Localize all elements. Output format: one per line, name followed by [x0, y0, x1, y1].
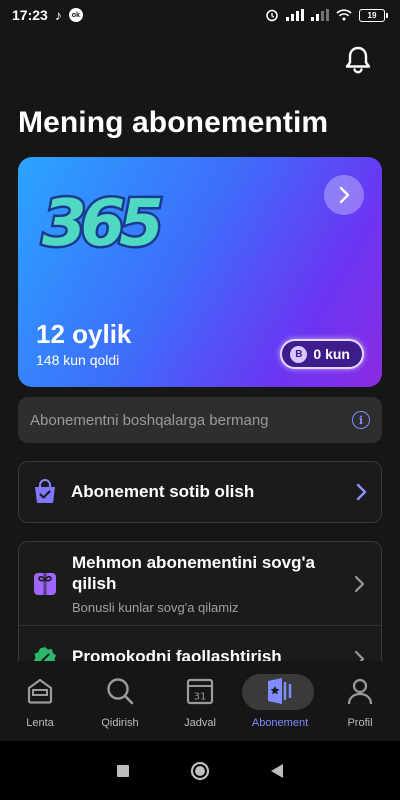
options-list: Mehmon abonementini sovg'a qilish Bonusl… — [18, 541, 382, 661]
bonus-icon: B — [290, 345, 308, 363]
gift-subscription-subtitle: Bonusli kunlar sovg'a qilamiz — [72, 600, 239, 615]
system-navigation-bar — [0, 741, 400, 800]
notice-text: Abonementni boshqalarga bermang — [30, 411, 269, 429]
nav-label-profil: Profil — [347, 717, 373, 729]
chevron-right-icon — [354, 575, 365, 593]
nav-item-profil[interactable]: Profil — [320, 661, 400, 741]
battery-level: 19 — [359, 8, 385, 22]
buy-subscription-button[interactable]: Abonement sotib olish — [18, 461, 382, 523]
nav-item-qidirish[interactable]: Qidirish — [80, 661, 160, 741]
nav-label-jadval: Jadval — [184, 717, 216, 729]
subscription-period: 12 oylik — [36, 319, 132, 349]
search-icon — [107, 678, 134, 705]
calendar-icon: 31 — [186, 678, 214, 705]
promo-badge-icon — [34, 647, 56, 661]
nav-item-jadval[interactable]: 31 Jadval — [160, 661, 240, 741]
profile-icon — [347, 678, 373, 705]
page-title: Mening abonementim — [18, 106, 329, 139]
shopping-bag-icon — [35, 479, 55, 503]
back-icon[interactable] — [270, 763, 284, 779]
promocode-label: Promokodni faollashtirish — [72, 647, 282, 661]
chevron-right-icon — [339, 186, 350, 204]
signal-icon — [286, 9, 304, 21]
bell-icon — [345, 46, 371, 74]
logo-365: 365 — [40, 185, 170, 264]
notifications-button[interactable] — [340, 42, 376, 78]
subscription-icon — [268, 678, 292, 704]
nav-label-lenta: Lenta — [26, 717, 54, 729]
sharing-notice: Abonementni boshqalarga bermang i — [18, 397, 382, 443]
subscription-card[interactable]: 365 12 oylik 148 kun qoldi B 0 kun — [18, 157, 382, 387]
buy-subscription-label: Abonement sotib olish — [71, 482, 255, 501]
chevron-right-icon — [356, 483, 367, 501]
bottom-navigation: Lenta Qidirish 31 Jadval Abonement Profi… — [0, 661, 400, 741]
home-button-icon[interactable] — [190, 761, 210, 781]
signal-2-icon — [311, 9, 329, 21]
calendar-day: 31 — [194, 692, 207, 703]
info-icon[interactable]: i — [352, 411, 370, 429]
notification-app-icon: ok — [68, 8, 83, 22]
home-icon — [27, 678, 53, 704]
status-bar: 17:23 ♪ ok 19 — [0, 0, 400, 30]
chevron-right-icon — [354, 650, 365, 661]
bonus-days-value: 0 kun — [313, 346, 350, 362]
nav-label-abonement: Abonement — [251, 717, 309, 729]
gift-subscription-button[interactable]: Mehmon abonementini sovg'a qilish Bonusl… — [19, 542, 381, 626]
tiktok-icon: ♪ — [54, 7, 62, 23]
days-left: 148 kun qoldi — [36, 352, 120, 368]
activate-promocode-button[interactable]: Promokodni faollashtirish — [19, 626, 381, 661]
status-time: 17:23 — [12, 7, 48, 23]
nav-label-qidirish: Qidirish — [101, 717, 139, 729]
gift-icon — [34, 573, 56, 595]
alarm-icon — [266, 9, 278, 22]
logo-365-text: 365 — [42, 187, 161, 261]
gift-subscription-title: Mehmon abonementini sovg'a qilish — [72, 553, 316, 593]
nav-item-abonement[interactable]: Abonement — [240, 661, 320, 741]
bonus-days-badge[interactable]: B 0 kun — [280, 339, 364, 369]
recent-apps-icon[interactable] — [116, 764, 130, 778]
battery-icon: 19 — [359, 8, 388, 22]
nav-item-lenta[interactable]: Lenta — [0, 661, 80, 741]
wifi-icon — [336, 9, 352, 21]
card-details-button[interactable] — [324, 175, 364, 215]
